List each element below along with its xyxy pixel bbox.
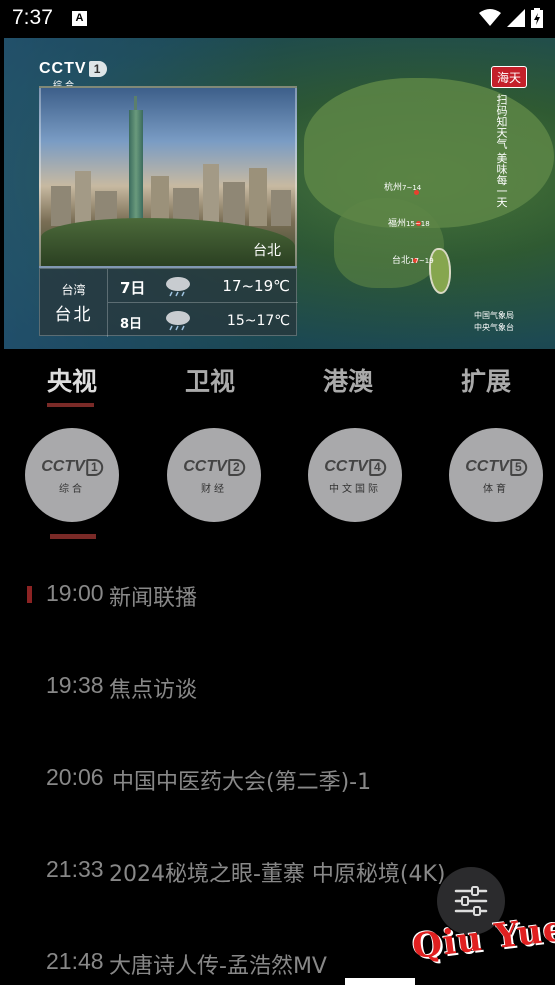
rain-cloud-icon	[166, 277, 190, 297]
map-city-taipei: 台北17~19	[392, 256, 434, 266]
program-title: 焦点访谈	[109, 678, 198, 703]
tab-extended[interactable]: 扩展	[436, 362, 536, 398]
program-time: 21:33	[46, 856, 104, 882]
channel-button-cctv2[interactable]: CCTV 2 财经	[167, 428, 261, 522]
video-player[interactable]: 杭州7~14 福州15~18 台北17~19 CCTV 1 综合 台北 台湾 台北…	[4, 38, 555, 349]
notification-icon: A	[72, 11, 87, 26]
channel-indicator	[50, 534, 96, 539]
program-time: 19:38	[46, 672, 104, 698]
program-title: 新闻联播	[109, 586, 198, 611]
tab-cctv[interactable]: 央视	[22, 362, 122, 398]
status-time: 7:37	[12, 6, 53, 29]
sponsor-slogan: 扫码知天气 美味每一天	[495, 94, 508, 208]
cctv-logo: CCTV 1	[41, 458, 103, 476]
channel-list: CCTV 1 综合 CCTV 2 财经 CCTV 4 中文国际 CCTV 5 体育	[0, 428, 555, 524]
program-title: 大唐诗人传-孟浩然MV	[109, 954, 327, 979]
battery-icon	[531, 8, 543, 28]
rain-cloud-icon	[166, 311, 190, 331]
channel-button-cctv4[interactable]: CCTV 4 中文国际	[308, 428, 402, 522]
weather-panel: 台湾 台北 7日 17~19℃ 8日 15~17℃	[39, 268, 298, 337]
sliders-icon	[454, 886, 488, 916]
photo-city-label: 台北	[253, 243, 281, 259]
program-title: 2024秘境之眼-董寨 中原秘境(4K)	[109, 862, 446, 887]
program-time: 20:06	[46, 764, 104, 790]
map-city-hangzhou: 杭州7~14	[384, 183, 422, 193]
channel-button-cctv1[interactable]: CCTV 1 综合	[25, 428, 119, 522]
cctv-logo: CCTV 4	[324, 458, 386, 476]
map-city-fuzhou: 福州15~18	[388, 219, 430, 229]
bottom-strip	[345, 978, 415, 985]
program-time: 21:48	[46, 948, 104, 974]
channel-button-cctv5[interactable]: CCTV 5 体育	[449, 428, 543, 522]
tab-hk-macau[interactable]: 港澳	[298, 362, 398, 398]
signal-icon	[507, 9, 525, 27]
weather-location: 台湾 台北	[40, 269, 108, 337]
city-photo: 台北	[39, 86, 297, 268]
status-icons	[479, 8, 543, 28]
wifi-icon	[479, 9, 501, 26]
cctv-logo: CCTV 2	[183, 458, 245, 476]
program-row[interactable]: 19:00 新闻联播	[0, 576, 555, 616]
sponsor-logo: 海天	[491, 66, 527, 88]
program-time: 19:00	[46, 580, 104, 606]
weather-row: 8日 15~17℃	[108, 303, 298, 337]
weather-credit: 中国气象局 中央气象台	[474, 311, 514, 332]
program-title: 中国中医药大会(第二季)-1	[112, 770, 372, 795]
program-row[interactable]: 19:38 焦点访谈	[0, 668, 555, 708]
coast-shape	[334, 198, 444, 288]
program-row[interactable]: 20:06 中国中医药大会(第二季)-1	[0, 760, 555, 800]
tab-indicator	[47, 403, 94, 407]
current-program-marker	[27, 586, 32, 603]
cctv-logo: CCTV 5	[465, 458, 527, 476]
weather-row: 7日 17~19℃	[108, 269, 298, 303]
status-bar: 7:37 A	[0, 0, 555, 38]
tab-satellite[interactable]: 卫视	[160, 362, 260, 398]
